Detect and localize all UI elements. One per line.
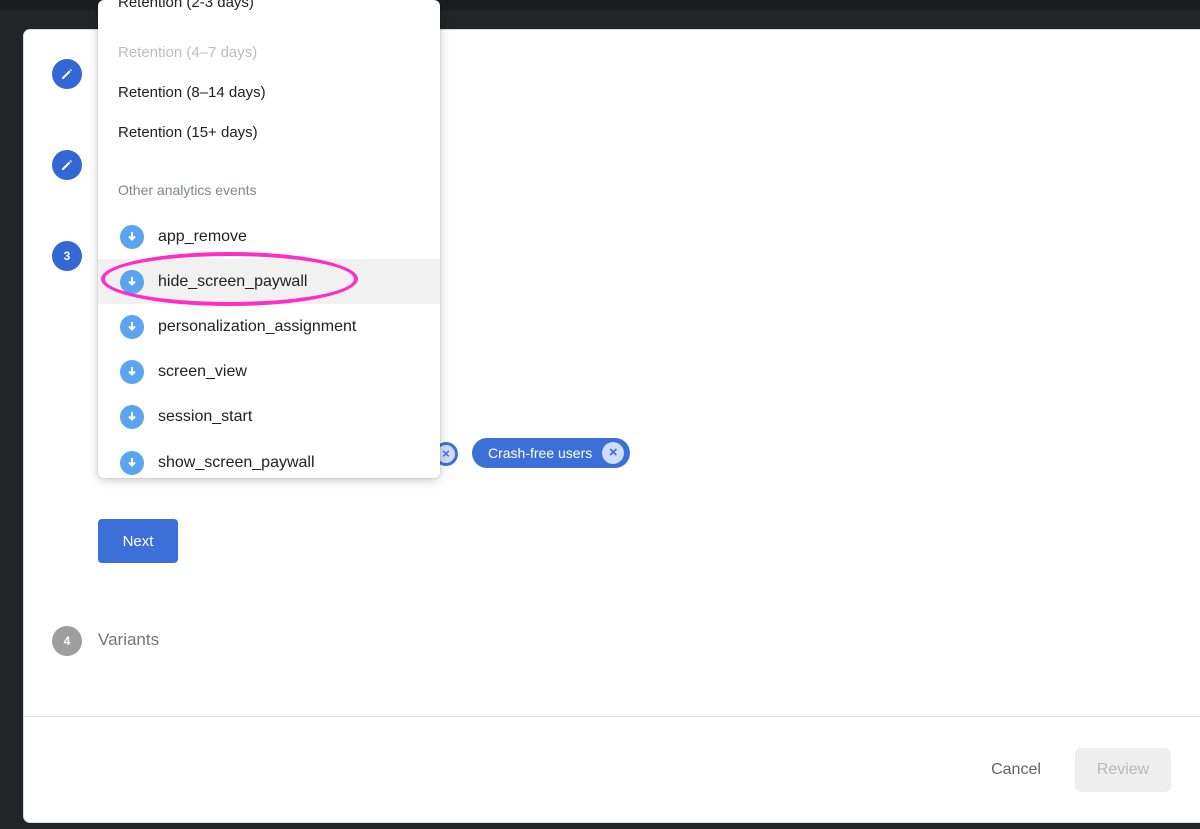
dropdown-event-app-remove[interactable]: app_remove (98, 214, 440, 259)
analytics-event-icon (120, 269, 144, 294)
event-label: session_start (158, 407, 253, 425)
dropdown-event-personalization-assignment[interactable]: personalization_assignment (98, 304, 440, 349)
analytics-event-icon (120, 404, 144, 429)
close-circle-icon[interactable]: × (602, 442, 625, 464)
metric-chip-crash-free-users: Crash-free users × (472, 438, 631, 468)
dropdown-section-header: Other analytics events (118, 182, 257, 198)
dropdown-event-show-screen-paywall[interactable]: show_screen_paywall (98, 440, 440, 478)
next-button[interactable]: Next (98, 519, 178, 563)
analytics-event-icon (120, 450, 144, 475)
chip-label: Crash-free users (488, 445, 593, 461)
event-label: app_remove (158, 227, 247, 245)
analytics-event-icon (120, 224, 144, 249)
step-3-number-icon: 3 (52, 241, 82, 271)
event-label: hide_screen_paywall (158, 272, 308, 290)
review-button[interactable]: Review (1075, 748, 1171, 792)
dropdown-item-retention-4-7: Retention (4–7 days) (118, 44, 258, 61)
step-1-pencil-icon[interactable] (52, 59, 82, 89)
footer-divider (24, 716, 1200, 717)
dropdown-event-hide-screen-paywall[interactable]: hide_screen_paywall (98, 259, 440, 304)
event-label: screen_view (158, 362, 247, 380)
step-4-label: Variants (98, 630, 160, 649)
step-2-pencil-icon[interactable] (52, 150, 82, 180)
dropdown-event-session-start[interactable]: session_start (98, 394, 440, 439)
dropdown-item-retention-2-3[interactable]: Retention (2-3 days) (118, 0, 254, 11)
event-label: personalization_assignment (158, 317, 357, 335)
analytics-event-icon (120, 359, 144, 384)
analytics-event-icon (120, 314, 144, 339)
metric-dropdown-menu: Retention (2-3 days) Retention (4–7 days… (98, 0, 440, 478)
dropdown-item-retention-15-plus[interactable]: Retention (15+ days) (118, 124, 258, 141)
dropdown-item-retention-8-14[interactable]: Retention (8–14 days) (118, 84, 266, 101)
step-4-number-icon: 4 (52, 626, 82, 656)
event-label: show_screen_paywall (158, 453, 315, 471)
cancel-button[interactable]: Cancel (976, 752, 1056, 788)
dropdown-event-screen-view[interactable]: screen_view (98, 349, 440, 394)
